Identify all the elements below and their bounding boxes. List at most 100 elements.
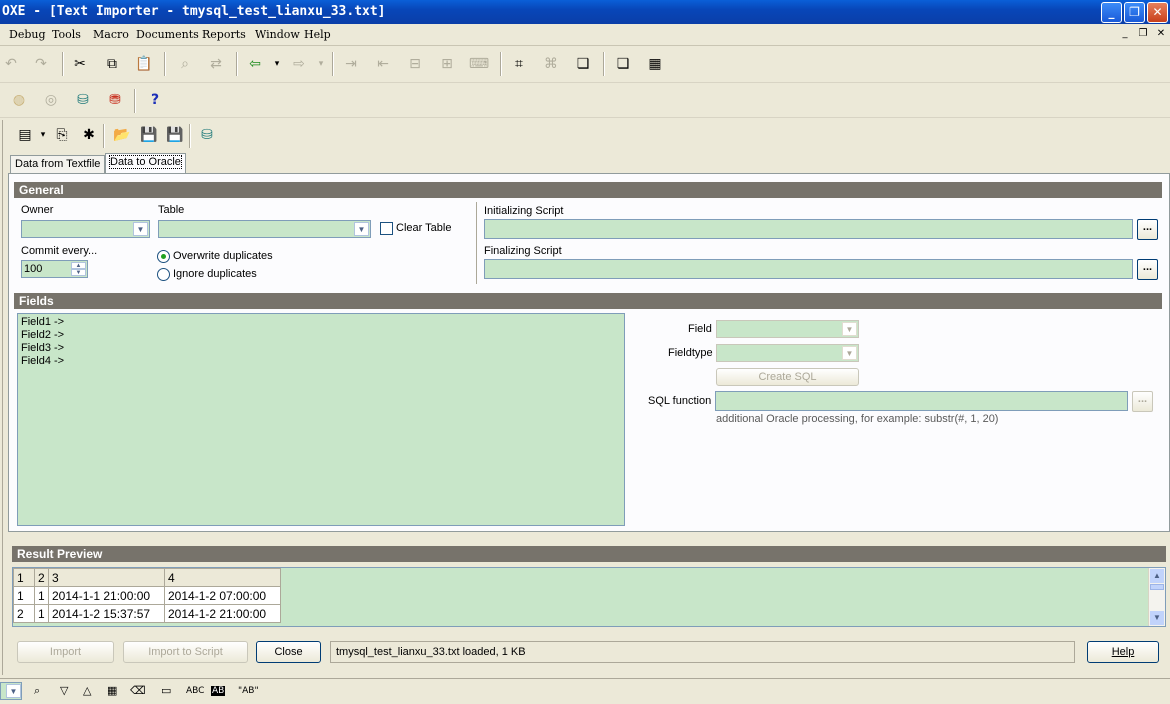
eraser-icon[interactable]: ⌫ — [130, 684, 146, 697]
scroll-down-icon[interactable]: ▼ — [1150, 611, 1164, 625]
quote-ab-icon[interactable]: "AB" — [238, 686, 259, 696]
chevron-down-icon[interactable]: ▼ — [6, 684, 21, 698]
paste-icon[interactable]: 📋 — [133, 53, 155, 75]
list-item[interactable]: Field3 -> — [21, 342, 621, 355]
load-dropdown-icon[interactable]: ▾ — [266, 53, 288, 75]
abc-icon[interactable]: ABC — [186, 686, 204, 696]
mdi-restore-button[interactable]: ❐ — [1136, 27, 1150, 41]
cascade-icon[interactable]: ❏ — [612, 53, 634, 75]
explain-icon[interactable]: ⌨ — [468, 53, 490, 75]
db-refresh-icon[interactable]: ⛃ — [104, 89, 126, 111]
list-item[interactable]: Field1 -> — [21, 316, 621, 329]
init-script-browse-button[interactable]: ... — [1137, 219, 1158, 240]
tab-data-to-oracle[interactable]: Data to Oracle — [105, 153, 186, 174]
close-button[interactable]: Close — [256, 641, 321, 663]
sql-icon[interactable]: ◎ — [40, 89, 62, 111]
paste-template-icon[interactable]: ⎘ — [51, 124, 73, 146]
chevron-down-icon[interactable]: ▼ — [842, 346, 857, 360]
import-to-script-button[interactable]: Import to Script — [123, 641, 248, 663]
uncomment-icon[interactable]: ⊞ — [436, 53, 458, 75]
windows-icon[interactable]: ❏ — [572, 53, 594, 75]
describe-icon[interactable]: ⌘ — [540, 53, 562, 75]
binoculars-icon[interactable]: ⌕ — [34, 684, 40, 698]
copy-icon[interactable]: ⧉ — [101, 53, 123, 75]
fields-list[interactable]: Field1 -> Field2 -> Field3 -> Field4 -> — [17, 313, 625, 526]
column-header[interactable]: 1 — [13, 568, 35, 587]
table-row[interactable]: 1 1 2014-1-1 21:00:00 2014-1-2 07:00:00 — [13, 586, 281, 605]
save-as-icon[interactable]: 💾 — [164, 124, 186, 146]
commit-every-spinner[interactable]: 100 ▲ ▼ — [21, 260, 88, 278]
menu-debug[interactable]: Debug — [9, 28, 46, 41]
import-button[interactable]: Import — [17, 641, 114, 663]
init-script-input[interactable] — [484, 219, 1133, 239]
mdi-minimize-button[interactable]: _ — [1118, 27, 1132, 41]
sql-function-input[interactable] — [715, 391, 1128, 411]
field-combobox[interactable]: ▼ — [716, 320, 859, 338]
window-icon[interactable]: ▭ — [161, 684, 171, 697]
column-header[interactable]: 4 — [164, 568, 281, 587]
load-icon[interactable]: ⇦ — [244, 53, 266, 75]
scroll-thumb[interactable] — [1150, 584, 1164, 590]
final-script-browse-button[interactable]: ... — [1137, 259, 1158, 280]
create-sql-button[interactable]: Create SQL — [716, 368, 859, 386]
table-row[interactable]: 2 1 2014-1-2 15:37:57 2014-1-2 21:00:00 — [13, 604, 281, 623]
menu-help[interactable]: Help — [304, 28, 331, 41]
overwrite-duplicates-radio[interactable] — [157, 250, 170, 263]
cut-icon[interactable]: ✂ — [69, 53, 91, 75]
chevron-down-icon[interactable]: ▼ — [133, 222, 148, 236]
redo-icon[interactable]: ↷ — [30, 53, 52, 75]
table-combobox[interactable]: ▼ — [158, 220, 371, 238]
db-icon[interactable]: ⛁ — [72, 89, 94, 111]
result-scrollbar[interactable]: ▲ ▼ — [1148, 568, 1165, 626]
status-combobox[interactable]: ▼ — [0, 682, 22, 700]
help-icon[interactable]: ? — [144, 89, 166, 111]
abc-highlight-icon[interactable]: AB — [211, 686, 226, 696]
help-button[interactable]: Help — [1087, 641, 1159, 663]
fieldtype-combobox[interactable]: ▼ — [716, 344, 859, 362]
owner-combobox[interactable]: ▼ — [21, 220, 150, 238]
replace-icon[interactable]: ⇄ — [205, 53, 227, 75]
db-connect-icon[interactable]: ◍ — [8, 89, 30, 111]
unindent-icon[interactable]: ⇤ — [372, 53, 394, 75]
close-window-button[interactable]: ✕ — [1147, 2, 1168, 23]
execute-dropdown-icon[interactable]: ▾ — [310, 53, 332, 75]
menu-macro[interactable]: Macro — [93, 28, 129, 41]
clear-table-label[interactable]: Clear Table — [396, 222, 451, 234]
tab-data-from-textfile[interactable]: Data from Textfile — [10, 155, 106, 174]
grid-icon[interactable]: ▦ — [107, 684, 117, 697]
triangle-down-icon[interactable]: ▽ — [60, 684, 68, 697]
column-header[interactable]: 2 — [34, 568, 49, 587]
ignore-duplicates-radio[interactable] — [157, 268, 170, 281]
chevron-down-icon[interactable]: ▼ — [842, 322, 857, 336]
undo-icon[interactable]: ↶ — [0, 53, 22, 75]
clear-table-checkbox[interactable] — [380, 222, 393, 235]
menu-documents[interactable]: Documents — [136, 28, 199, 41]
save-icon[interactable]: 💾 — [138, 124, 160, 146]
spin-up-icon[interactable]: ▲ — [71, 262, 86, 269]
ignore-duplicates-label[interactable]: Ignore duplicates — [173, 268, 257, 280]
scroll-up-icon[interactable]: ▲ — [1150, 569, 1164, 583]
overwrite-duplicates-label[interactable]: Overwrite duplicates — [173, 250, 273, 262]
database-icon[interactable]: ⛁ — [196, 124, 218, 146]
execute-icon[interactable]: ⇨ — [288, 53, 310, 75]
chevron-down-icon[interactable]: ▼ — [354, 222, 369, 236]
sql-function-browse-button[interactable]: ... — [1132, 391, 1153, 412]
menu-tools[interactable]: Tools — [52, 28, 81, 41]
minimize-button[interactable]: _ — [1101, 2, 1122, 23]
comment-icon[interactable]: ⊟ — [404, 53, 426, 75]
menu-window[interactable]: Window — [255, 28, 300, 41]
new-icon[interactable]: ✱ — [78, 124, 100, 146]
final-script-input[interactable] — [484, 259, 1133, 279]
trace-icon[interactable]: ⌗ — [508, 53, 530, 75]
find-icon[interactable]: ⌕ — [174, 53, 196, 75]
mdi-close-button[interactable]: ✕ — [1154, 27, 1168, 41]
menu-reports[interactable]: Reports — [202, 28, 246, 41]
spin-down-icon[interactable]: ▼ — [71, 269, 86, 276]
triangle-up-icon[interactable]: △ — [83, 684, 91, 697]
list-item[interactable]: Field2 -> — [21, 329, 621, 342]
column-header[interactable]: 3 — [48, 568, 165, 587]
indent-icon[interactable]: ⇥ — [340, 53, 362, 75]
restore-button[interactable]: ❐ — [1124, 2, 1145, 23]
list-item[interactable]: Field4 -> — [21, 355, 621, 368]
tile-icon[interactable]: ▦ — [644, 53, 666, 75]
